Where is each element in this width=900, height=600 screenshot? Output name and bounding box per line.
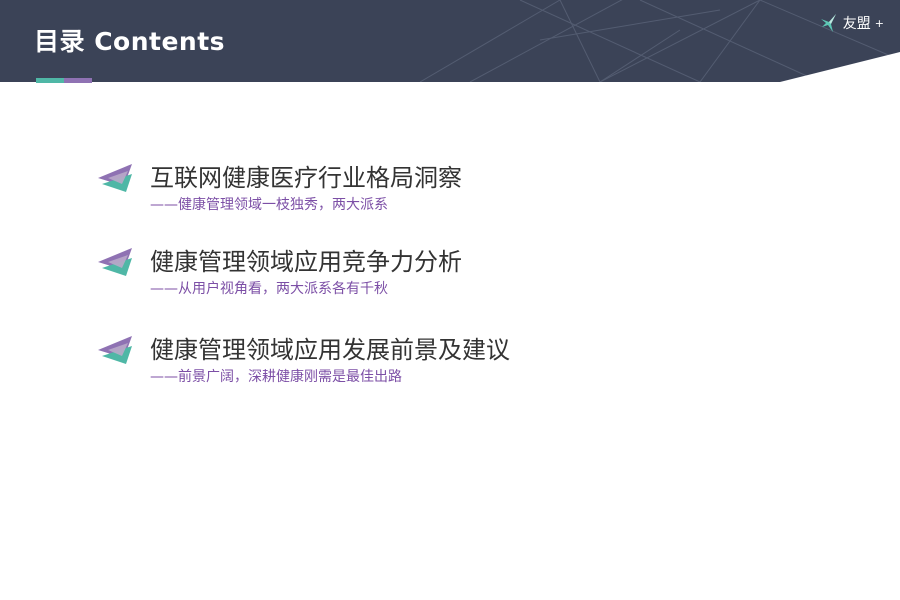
agenda-item-title: 健康管理领域应用竞争力分析 — [150, 248, 462, 276]
brand-logo: 友盟 + — [819, 12, 884, 34]
layered-triangle-icon — [98, 164, 132, 192]
agenda-item-subtitle: ——健康管理领域一枝独秀，两大派系 — [150, 197, 388, 213]
agenda-item-subtitle: ——从用户视角看，两大派系各有千秋 — [150, 281, 388, 297]
agenda-item-subtitle: ——前景广阔，深耕健康刚需是最佳出路 — [150, 369, 402, 385]
layered-triangle-icon — [98, 248, 132, 276]
agenda-item-title: 健康管理领域应用发展前景及建议 — [150, 336, 510, 364]
page-title: 目录 Contents — [34, 27, 226, 56]
agenda-item: 互联网健康医疗行业格局洞察 ——健康管理领域一枝独秀，两大派系 — [98, 158, 718, 242]
accent-bar-green — [36, 78, 64, 83]
bird-logo-icon — [820, 14, 836, 32]
agenda-item: 健康管理领域应用竞争力分析 ——从用户视角看，两大派系各有千秋 — [98, 242, 718, 326]
agenda-list: 互联网健康医疗行业格局洞察 ——健康管理领域一枝独秀，两大派系 健康管理领域应用… — [98, 158, 718, 414]
layered-triangle-icon — [98, 336, 132, 364]
header-banner: 目录 Contents 友盟 + — [0, 0, 900, 82]
logo-plus: + — [874, 16, 884, 30]
agenda-item: 健康管理领域应用发展前景及建议 ——前景广阔，深耕健康刚需是最佳出路 — [98, 330, 718, 414]
accent-bar-purple — [64, 78, 92, 83]
agenda-item-title: 互联网健康医疗行业格局洞察 — [150, 164, 462, 192]
logo-text: 友盟 — [842, 16, 871, 32]
